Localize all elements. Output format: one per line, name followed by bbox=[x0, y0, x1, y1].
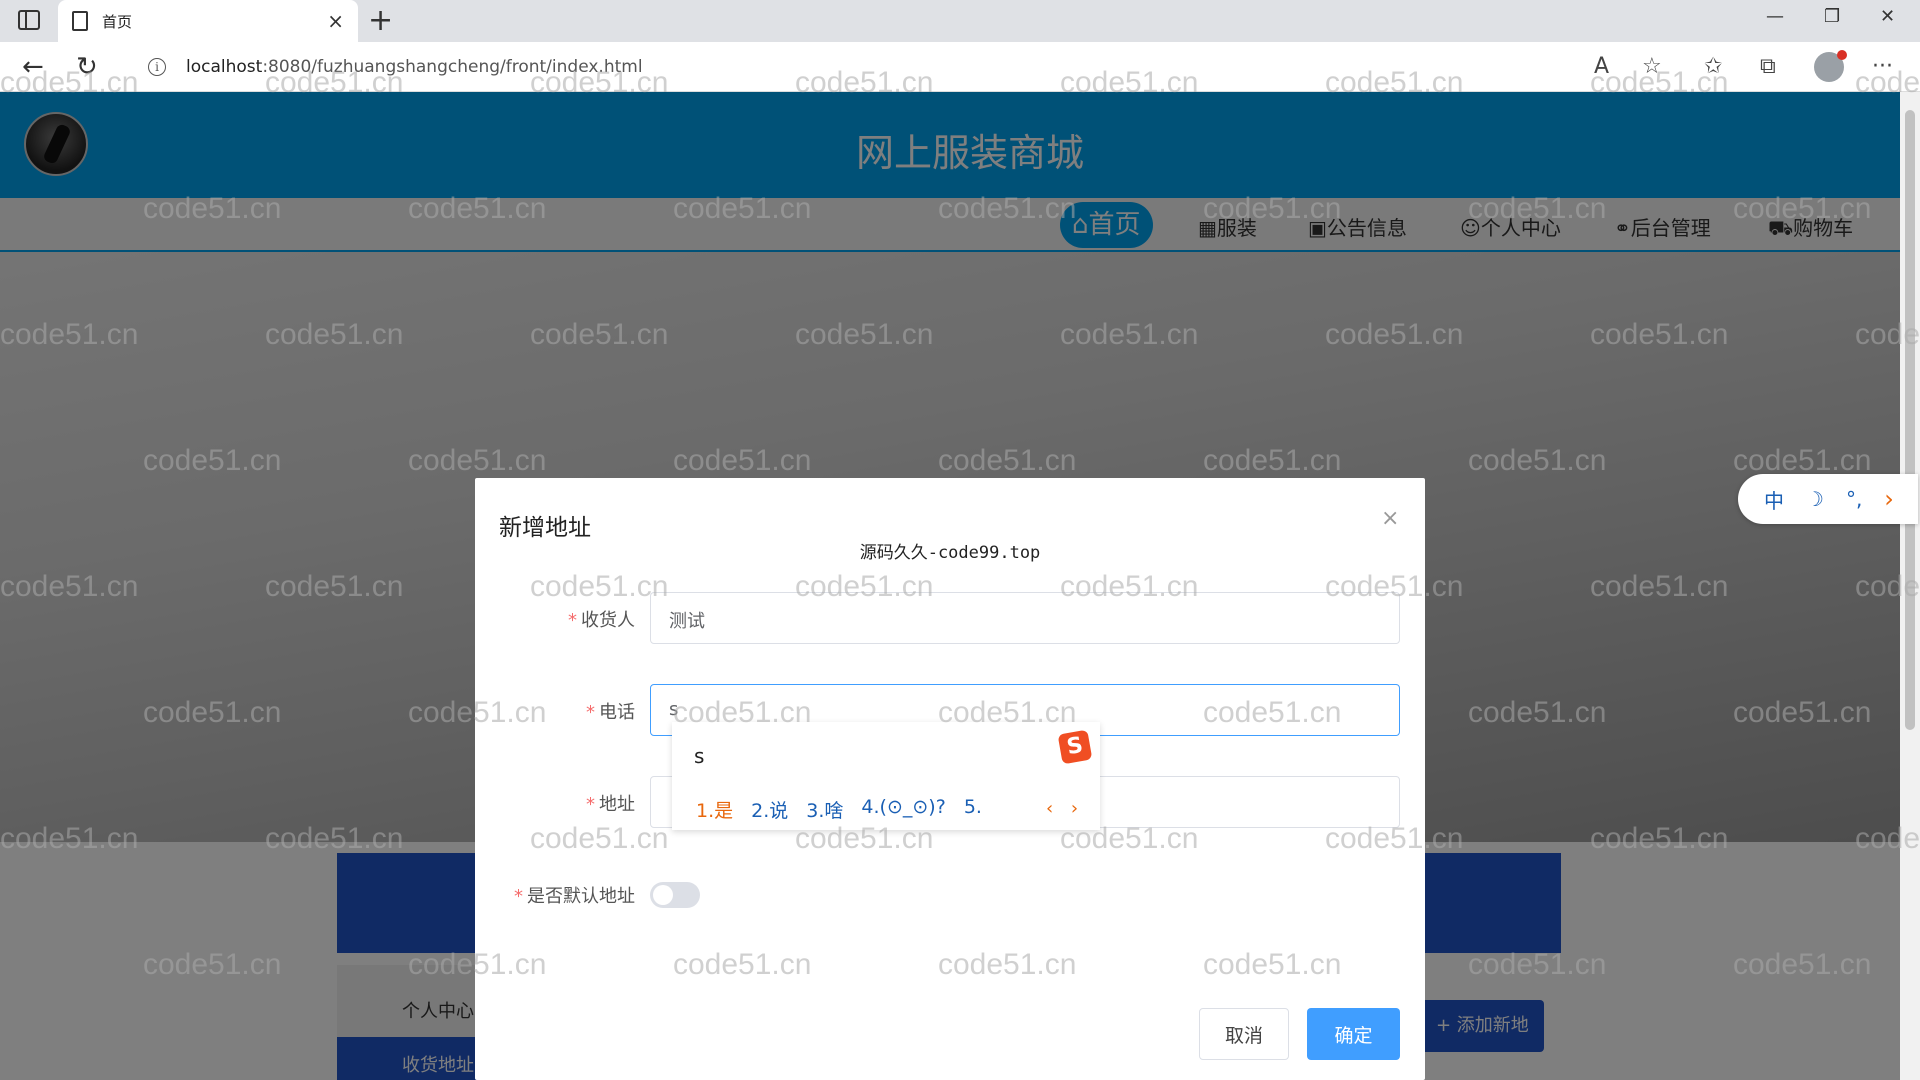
tab-actions-icon[interactable] bbox=[18, 10, 40, 30]
url-field[interactable]: i localhost:8080/fuzhuangshangcheng/fron… bbox=[128, 48, 1678, 86]
favorites-icon[interactable]: ✩ bbox=[1704, 54, 1722, 80]
restore-button[interactable]: ❐ bbox=[1824, 6, 1840, 27]
ime-expand-arrow-icon[interactable]: › bbox=[1884, 485, 1894, 513]
sogou-logo-icon: S bbox=[1057, 729, 1093, 765]
collections-icon[interactable]: ⧉ bbox=[1760, 54, 1776, 80]
required-mark: * bbox=[568, 610, 577, 631]
ime-composition-text: s bbox=[694, 744, 705, 768]
dialog-close-icon[interactable]: × bbox=[1381, 506, 1399, 531]
ime-candidate-list: 1.是 2.说 3.啥 4.(⊙_⊙)? 5. bbox=[696, 796, 982, 823]
ime-pager-arrows[interactable]: ‹ › bbox=[1046, 798, 1084, 819]
url-path: :8080/fuzhuangshangcheng/front/index.htm… bbox=[262, 57, 643, 77]
confirm-button[interactable]: 确定 bbox=[1307, 1008, 1400, 1060]
browser-tab-active[interactable]: 首页 × bbox=[58, 0, 358, 42]
window-close-button[interactable]: ✕ bbox=[1880, 6, 1895, 27]
required-mark: * bbox=[586, 702, 595, 723]
dialog-title: 新增地址 bbox=[499, 515, 591, 541]
page-icon bbox=[72, 11, 88, 31]
ime-candidate[interactable]: 1.是 bbox=[696, 796, 733, 823]
site-info-icon[interactable]: i bbox=[148, 58, 166, 76]
default-address-label: * 是否默认地址 bbox=[514, 882, 635, 908]
ime-candidate[interactable]: 2.说 bbox=[751, 796, 788, 823]
tab-close-icon[interactable]: × bbox=[327, 9, 344, 33]
ime-candidate[interactable]: 3.啥 bbox=[806, 796, 843, 823]
dialog-subtitle: 源码久久-code99.top bbox=[859, 543, 1041, 563]
tab-title: 首页 bbox=[102, 12, 133, 31]
new-tab-button[interactable]: + bbox=[368, 4, 393, 38]
required-mark: * bbox=[586, 794, 595, 815]
ime-candidate[interactable]: 5. bbox=[964, 796, 982, 823]
required-mark: * bbox=[514, 886, 523, 907]
read-aloud-icon[interactable]: A bbox=[1594, 54, 1609, 80]
receiver-input[interactable]: 测试 bbox=[650, 592, 1400, 644]
minimize-button[interactable]: — bbox=[1766, 6, 1784, 27]
scrollbar-thumb[interactable] bbox=[1905, 110, 1915, 730]
ime-chinese-mode-icon[interactable]: 中 bbox=[1764, 485, 1784, 514]
profile-avatar[interactable] bbox=[1814, 50, 1847, 82]
ime-toolbar: 中 ☽ °, › bbox=[1738, 474, 1918, 524]
address-label-text: 地址 bbox=[599, 794, 635, 815]
default-address-label-text: 是否默认地址 bbox=[527, 886, 635, 907]
default-address-row: * 是否默认地址 bbox=[475, 868, 1425, 920]
browser-tab-strip: 首页 × + — ❐ ✕ bbox=[0, 0, 1920, 42]
receiver-label-text: 收货人 bbox=[581, 610, 635, 631]
cancel-button[interactable]: 取消 bbox=[1199, 1008, 1289, 1060]
phone-label-text: 电话 bbox=[599, 702, 635, 723]
address-label: * 地址 bbox=[586, 790, 635, 816]
receiver-row: * 收货人 测试 bbox=[475, 592, 1425, 644]
add-favorite-icon[interactable]: ☆ bbox=[1642, 54, 1662, 80]
page-scrollbar[interactable] bbox=[1900, 92, 1920, 1080]
ime-candidate[interactable]: 4.(⊙_⊙)? bbox=[861, 796, 945, 823]
ime-punctuation-icon[interactable]: °, bbox=[1846, 487, 1862, 511]
default-address-switch[interactable] bbox=[650, 882, 700, 908]
back-icon[interactable]: ← bbox=[22, 52, 44, 82]
phone-label: * 电话 bbox=[586, 698, 635, 724]
address-bar-row: ← ↻ i localhost:8080/fuzhuangshangcheng/… bbox=[0, 42, 1920, 92]
url-text: localhost:8080/fuzhuangshangcheng/front/… bbox=[186, 57, 643, 77]
settings-menu-icon[interactable]: ··· bbox=[1872, 54, 1893, 80]
ime-candidate-popup: s S 1.是 2.说 3.啥 4.(⊙_⊙)? 5. ‹ › bbox=[672, 722, 1100, 830]
receiver-label: * 收货人 bbox=[568, 606, 635, 632]
ime-moon-icon[interactable]: ☽ bbox=[1806, 487, 1824, 511]
reload-icon[interactable]: ↻ bbox=[76, 52, 98, 82]
url-host: localhost bbox=[186, 57, 263, 77]
